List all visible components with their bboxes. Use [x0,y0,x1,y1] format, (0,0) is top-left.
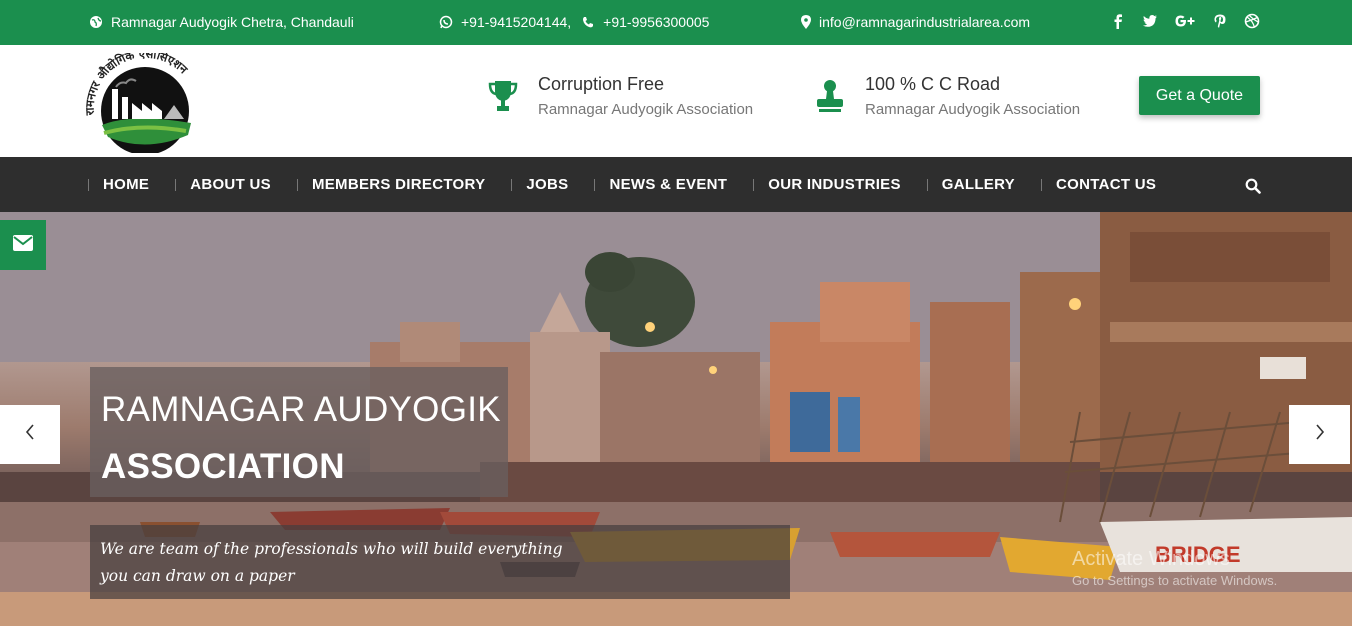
windows-activation-watermark: Activate Windows Go to Settings to activ… [1072,548,1277,588]
watermark-subtitle: Go to Settings to activate Windows. [1072,573,1278,588]
email-item: info@ramnagarindustrialarea.com [801,14,1030,30]
email-link[interactable]: info@ramnagarindustrialarea.com [819,14,1030,30]
nav-divider [1041,178,1042,191]
hero-title-line-2: ASSOCIATION [101,447,345,486]
site-logo[interactable]: रामनगर औद्योगिक एसोसिएशन [82,46,204,155]
stamp-icon [815,79,845,115]
top-contact-bar: Ramnagar Audyogik Chetra, Chandauli +91-… [0,0,1352,45]
feature-text: 100 % C C Road Ramnagar Audyogik Associa… [865,73,1080,118]
feature-subtitle: Ramnagar Audyogik Association [865,101,1081,118]
google-plus-icon[interactable] [1174,13,1196,29]
hero-tagline-box: We are team of the professionals who wil… [90,525,790,599]
nav-menu: HOME ABOUT US MEMBERS DIRECTORY JOBS NEW… [88,157,1182,212]
nav-divider [753,178,755,191]
nav-item-gallery[interactable]: GALLERY [926,157,1041,212]
feature-title: 100 % C C Road [865,74,1001,94]
social-links [1110,13,1260,29]
nav-divider [926,178,928,191]
nav-divider [511,178,513,191]
hero-tagline: We are team of the professionals who wil… [100,536,600,590]
hero-title-line-1: RAMNAGAR AUDYOGIK [101,390,501,429]
twitter-icon[interactable] [1142,13,1158,29]
phone-link-1[interactable]: +91-9415204144, [461,14,571,30]
feature-cc-road: 100 % C C Road Ramnagar Audyogik Associa… [815,73,1080,118]
nav-label: MEMBERS DIRECTORY [311,176,486,193]
get-a-quote-button[interactable]: Get a Quote [1139,76,1260,115]
nav-divider [594,178,596,191]
nav-item-contact-us[interactable]: CONTACT US [1041,157,1182,212]
feature-title: Corruption Free [538,74,665,94]
feature-corruption-free: Corruption Free Ramnagar Audyogik Associ… [488,73,753,118]
hero-title-box: RAMNAGAR AUDYOGIK ASSOCIATION [90,367,508,497]
dribbble-icon[interactable] [1244,13,1260,29]
nav-divider [296,178,298,191]
nav-item-jobs[interactable]: JOBS [511,157,594,212]
nav-divider [175,178,177,191]
nav-divider [88,178,89,191]
address-item: Ramnagar Audyogik Chetra, Chandauli [89,14,354,30]
slider-prev-button[interactable] [0,405,60,464]
globe-icon [89,15,103,29]
hero-title: RAMNAGAR AUDYOGIK ASSOCIATION [101,381,501,495]
feature-subtitle: Ramnagar Audyogik Association [538,101,754,118]
nav-label: GALLERY [941,176,1015,193]
watermark-title: Activate Windows [1072,548,1230,570]
hero-tagline-line-2: you can draw on a paper [100,567,295,585]
chevron-left-icon [25,424,35,445]
nav-item-our-industries[interactable]: OUR INDUSTRIES [753,157,927,212]
chevron-right-icon [1315,424,1325,445]
mail-tab[interactable] [0,220,46,270]
phone-link-2[interactable]: +91-9956300005 [603,14,709,30]
feature-text: Corruption Free Ramnagar Audyogik Associ… [538,73,753,118]
nav-label: JOBS [526,176,569,193]
nav-label: OUR INDUSTRIES [768,176,901,193]
whatsapp-icon [439,15,453,29]
nav-label: HOME [103,176,150,193]
nav-item-about-us[interactable]: ABOUT US [175,157,297,212]
nav-item-members-directory[interactable]: MEMBERS DIRECTORY [296,157,511,212]
nav-label: NEWS & EVENT [609,176,728,193]
search-icon[interactable] [1245,178,1261,194]
main-navigation: HOME ABOUT US MEMBERS DIRECTORY JOBS NEW… [0,157,1352,212]
nav-label: ABOUT US [190,176,271,193]
site-header: रामनगर औद्योगिक एसोसिएशन Corruption Free… [0,45,1352,157]
nav-item-home[interactable]: HOME [88,157,175,212]
address-text: Ramnagar Audyogik Chetra, Chandauli [111,14,354,30]
envelope-icon [13,234,33,256]
phone-icon [581,15,595,29]
phone-item: +91-9415204144, +91-9956300005 [439,14,709,30]
nav-item-news-event[interactable]: NEWS & EVENT [594,157,753,212]
pinterest-icon[interactable] [1212,13,1228,29]
nav-label: CONTACT US [1056,176,1157,193]
trophy-icon [488,79,518,115]
map-marker-icon [801,15,811,29]
facebook-icon[interactable] [1110,13,1126,29]
hero-tagline-line-1: We are team of the professionals who wil… [100,540,563,558]
slider-next-button[interactable] [1289,405,1350,464]
